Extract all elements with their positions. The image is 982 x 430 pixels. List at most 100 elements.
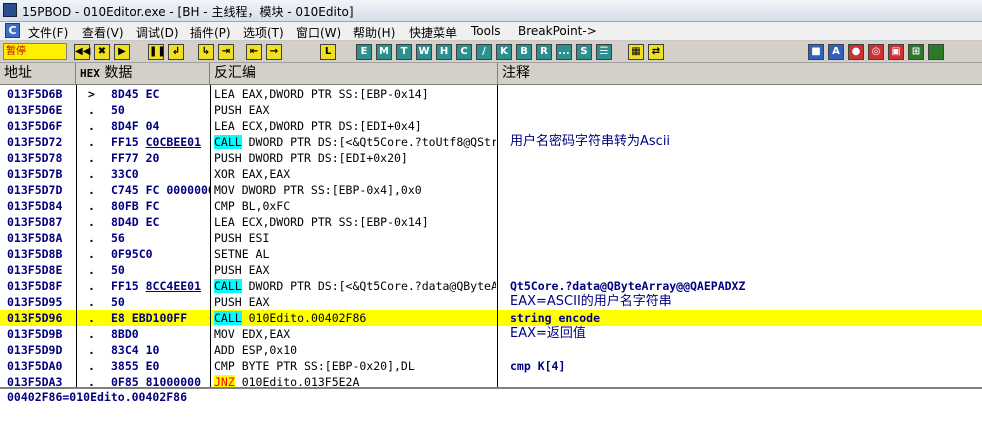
toolbar: 暂停 ◀◀ ✖ ▶ ❚❚ ↲ ↳ ⇥ ⇤ → L E M T W H C / K…	[0, 41, 982, 63]
swap-icon[interactable]: ■	[808, 44, 824, 60]
menu-shortcuts[interactable]: 快捷菜单	[409, 24, 457, 41]
column-hex-prefix: HEX	[80, 67, 100, 80]
windows-button[interactable]: H	[436, 44, 452, 60]
column-hex-label: 数据	[104, 65, 133, 81]
menu-plugins[interactable]: 插件(P)	[190, 24, 231, 41]
pause-icon[interactable]: ❚❚	[148, 44, 166, 60]
row-disasm: SETNE AL	[214, 246, 496, 262]
row-operands: LEA EAX,DWORD PTR SS:[EBP-0x14]	[214, 87, 429, 101]
disasm-row[interactable]: 013F5D7B. 33C0 XOR EAX,EAX	[0, 166, 982, 182]
disasm-row[interactable]: 013F5D96. E8 EBD100FF CALL 010Edito.00402F…	[0, 310, 982, 326]
layout-icon[interactable]	[928, 44, 944, 60]
disasm-row[interactable]: 013F5D84. 80FB FC CMP BL,0xFC	[0, 198, 982, 214]
execute-till-return-icon[interactable]: →	[266, 44, 282, 60]
column-header: 地址 HEX 数据 反汇编 注释	[0, 63, 982, 85]
row-address: 013F5D78	[7, 151, 63, 165]
call-target-bytes: C0CBEE01	[145, 135, 202, 149]
menu-debug[interactable]: 调试(D)	[136, 24, 179, 41]
modules-button[interactable]: M	[376, 44, 392, 60]
disasm-row[interactable]: 013F5D6B >8D45 EC LEA EAX,DWORD PTR SS:[EB…	[0, 86, 982, 102]
disasm-row[interactable]: 013F5D72. FF15 C0CBEE01 CALL DWORD PTR DS:…	[0, 134, 982, 150]
threads-button[interactable]: W	[416, 44, 432, 60]
row-address: 013F5D9B	[7, 327, 63, 341]
column-disasm[interactable]: 反汇编	[210, 63, 498, 84]
close-icon[interactable]: ✖	[94, 44, 110, 60]
row-marker: .	[88, 183, 95, 197]
run-icon[interactable]: ▶	[114, 44, 130, 60]
row-hex: 0F85 81000000	[111, 375, 202, 387]
disasm-row[interactable]: 013F5D8A. 56 PUSH ESI	[0, 230, 982, 246]
cpu-window-icon[interactable]: C	[5, 23, 20, 38]
trace-into-icon[interactable]: ⇥	[218, 44, 234, 60]
disasm-row[interactable]: 013F5D6E. 50 PUSH EAX	[0, 102, 982, 118]
log-window-button[interactable]: E	[356, 44, 372, 60]
menu-list-icon[interactable]: ▦	[628, 44, 644, 60]
memory-button[interactable]: T	[396, 44, 412, 60]
row-marker: .	[88, 279, 95, 293]
window-icon[interactable]: ⊞	[908, 44, 924, 60]
disasm-row[interactable]: 013F5D9B. 8BD0 MOV EDX,EAX EAX=返回值	[0, 326, 982, 342]
disasm-row[interactable]: 013F5D8B. 0F95C0 SETNE AL	[0, 246, 982, 262]
disasm-row[interactable]: 013F5D8E. 50 PUSH EAX	[0, 262, 982, 278]
menu-tools[interactable]: Tools	[471, 24, 501, 38]
column-comment[interactable]: 注释	[498, 63, 982, 84]
breakpoints-button[interactable]: R	[536, 44, 552, 60]
column-hex[interactable]: HEX 数据	[76, 63, 210, 84]
step-into-icon[interactable]: ↲	[168, 44, 184, 60]
disasm-row[interactable]: 013F5D87. 8D4D EC LEA ECX,DWORD PTR SS:[EB…	[0, 214, 982, 230]
source-button[interactable]: ☰	[596, 44, 612, 60]
row-disasm: CMP BL,0xFC	[214, 198, 496, 214]
restart-icon[interactable]: ◀◀	[74, 44, 90, 60]
disasm-row[interactable]: 013F5D9D. 83C4 10 ADD ESP,0x10	[0, 342, 982, 358]
row-disasm: CALL DWORD PTR DS:[<&Qt5Core.?toUtf8@QSt…	[214, 134, 496, 150]
grid-icon[interactable]: ⇄	[648, 44, 664, 60]
menu-file[interactable]: 文件(F)	[28, 24, 68, 41]
row-disasm: LEA ECX,DWORD PTR DS:[EDI+0x4]	[214, 118, 496, 134]
row-address: 013F5D6F	[7, 119, 63, 133]
references-button[interactable]: ...	[556, 44, 572, 60]
row-marker: .	[88, 263, 95, 277]
divider-disasm	[497, 85, 498, 387]
row-marker: .	[88, 215, 95, 229]
goto-icon[interactable]: L	[320, 44, 336, 60]
handles-button[interactable]: C	[456, 44, 472, 60]
disasm-row[interactable]: 013F5D78. FF77 20 PUSH DWORD PTR DS:[EDI+0…	[0, 150, 982, 166]
column-address[interactable]: 地址	[0, 63, 76, 84]
disasm-row[interactable]: 013F5D8F. FF15 8CC4EE01 CALL DWORD PTR DS:…	[0, 278, 982, 294]
disasm-row[interactable]: 013F5DA0. 3855 E0 CMP BYTE PTR SS:[EBP-0x2…	[0, 358, 982, 374]
menu-window[interactable]: 窗口(W)	[296, 24, 341, 41]
row-disasm: PUSH DWORD PTR DS:[EDI+0x20]	[214, 150, 496, 166]
menu-view[interactable]: 查看(V)	[82, 24, 124, 41]
row-address: 013F5DA3	[7, 375, 63, 387]
record-icon[interactable]: ◎	[868, 44, 884, 60]
row-marker: .	[88, 151, 95, 165]
run-trace-button[interactable]: S	[576, 44, 592, 60]
row-hex: FF15 C0CBEE01	[111, 135, 202, 149]
target-icon[interactable]: ▣	[888, 44, 904, 60]
row-hex: FF15 8CC4EE01	[111, 279, 202, 293]
row-hex: 56	[111, 231, 125, 245]
row-disasm: PUSH EAX	[214, 262, 496, 278]
menu-help[interactable]: 帮助(H)	[353, 24, 395, 41]
disasm-row[interactable]: 013F5D95. 50 PUSH EAX EAX=ASCII的用户名字符串	[0, 294, 982, 310]
call-stack-button[interactable]: B	[516, 44, 532, 60]
disasm-row[interactable]: 013F5D6F. 8D4F 04 LEA ECX,DWORD PTR DS:[ED…	[0, 118, 982, 134]
cpu-button[interactable]: /	[476, 44, 492, 60]
row-mnemonic: CALL	[214, 279, 242, 293]
disasm-row[interactable]: 013F5DA3. 0F85 81000000 JNZ 010Edito.013F5…	[0, 374, 982, 387]
row-disasm: CALL DWORD PTR DS:[<&Qt5Core.?data@QByte…	[214, 278, 496, 294]
menu-breakpoint[interactable]: BreakPoint->	[518, 24, 597, 38]
patches-button[interactable]: K	[496, 44, 512, 60]
row-operands: CMP BL,0xFC	[214, 199, 291, 213]
stop-square-icon[interactable]: A	[828, 44, 844, 60]
row-operands: PUSH DWORD PTR DS:[EDI+0x20]	[214, 151, 408, 165]
step-over-icon[interactable]: ↳	[198, 44, 214, 60]
row-comment: EAX=返回值	[510, 326, 586, 341]
menu-options[interactable]: 选项(T)	[243, 24, 284, 41]
trace-over-icon[interactable]: ⇤	[246, 44, 262, 60]
row-hex: 8BD0	[111, 327, 139, 341]
disassembly-pane[interactable]: 013F5D6B >8D45 EC LEA EAX,DWORD PTR SS:[EB…	[0, 85, 982, 387]
row-marker: .	[88, 119, 95, 133]
letter-a-icon[interactable]: ●	[848, 44, 864, 60]
disasm-row[interactable]: 013F5D7D. C745 FC 00000000 MOV DWORD PTR S…	[0, 182, 982, 198]
